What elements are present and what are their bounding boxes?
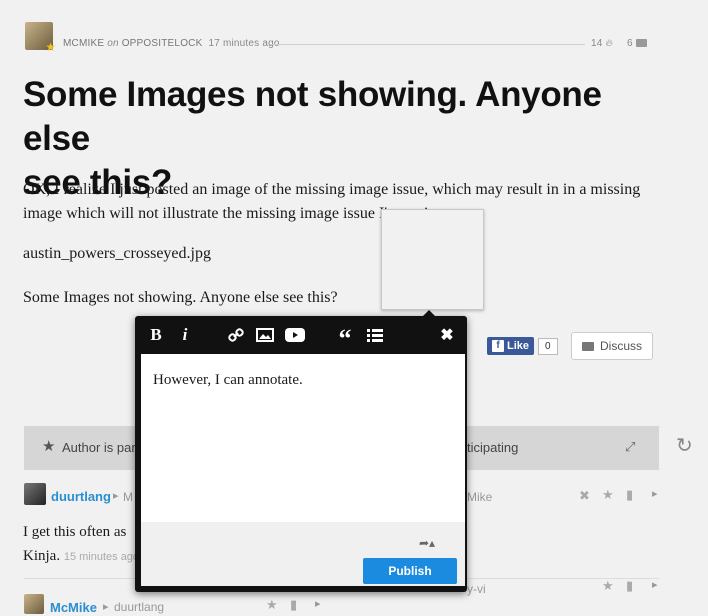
editor-text-area[interactable]: However, I can annotate.: [141, 354, 465, 522]
like-count: 0: [538, 337, 558, 355]
editor-text: However, I can annotate.: [153, 372, 303, 388]
reply-arrow-icon: ▸: [103, 601, 109, 613]
comment-time[interactable]: 15 minutes ago: [64, 551, 139, 563]
publish-button[interactable]: Publish: [363, 558, 457, 584]
author-name[interactable]: MCMIKE: [63, 38, 104, 49]
reply-icon[interactable]: ▮: [626, 487, 633, 503]
post-paragraph-line1: OK, I realize I just posted an image of …: [23, 181, 641, 198]
filter-author-participating[interactable]: Author is part: [62, 440, 139, 455]
editor-caret: [423, 310, 435, 316]
reply-arrow-icon: ▸: [113, 490, 119, 502]
list-icon: [367, 329, 383, 342]
star-icon[interactable]: ★: [602, 578, 614, 594]
reply-icon[interactable]: ▮: [626, 578, 633, 594]
post-title-line1: Some Images not showing. Anyone else: [23, 75, 602, 158]
reply-to-user[interactable]: M: [123, 490, 133, 504]
image-preview[interactable]: [381, 209, 484, 310]
comment-text: I get this often as: [23, 524, 127, 540]
comment-icon: [582, 341, 594, 351]
refresh-icon[interactable]: ↻: [676, 433, 693, 458]
link-button[interactable]: [225, 316, 247, 354]
expand-icon[interactable]: ⤢: [625, 439, 635, 455]
comment-right-user[interactable]: Mike: [467, 490, 492, 504]
discuss-button[interactable]: Discuss: [571, 332, 654, 360]
italic-button[interactable]: i: [175, 316, 195, 354]
star-icon: ★: [42, 438, 56, 455]
reply-icon[interactable]: ▮: [290, 597, 297, 613]
post-paragraph-2: Some Images not showing. Anyone else see…: [23, 289, 338, 306]
like-label: Like: [507, 340, 530, 352]
image-icon: [256, 328, 274, 342]
commenter-avatar[interactable]: [24, 483, 46, 505]
list-button[interactable]: [363, 316, 387, 354]
quote-icon: “: [338, 324, 352, 353]
facebook-icon: f: [492, 340, 504, 352]
discuss-label: Discuss: [600, 339, 643, 353]
facebook-like[interactable]: f Like 0: [487, 337, 558, 355]
comment-text-line2-text: Kinja.: [23, 548, 61, 564]
chevron-right-icon[interactable]: ▸: [652, 578, 658, 591]
quote-button[interactable]: “: [333, 316, 357, 354]
commenter-avatar[interactable]: [24, 594, 44, 614]
comment-right-user[interactable]: y-vi: [467, 582, 486, 596]
blog-name[interactable]: OPPOSITELOCK: [122, 38, 203, 49]
star-icon[interactable]: ★: [602, 487, 614, 503]
comments-count[interactable]: 6: [627, 38, 647, 49]
flame-icon: 🔥︎: [605, 38, 614, 49]
comment-icon: [635, 39, 647, 47]
comments-value: 6: [627, 38, 633, 49]
bold-button[interactable]: B: [145, 316, 167, 354]
editor-footer: ➦▴ Publish: [141, 522, 465, 586]
author-avatar[interactable]: ★: [25, 22, 56, 54]
bold-icon: B: [150, 325, 162, 344]
star-icon: ★: [45, 40, 56, 54]
facebook-like-button[interactable]: f Like: [487, 337, 535, 355]
comment-editor: B i “ ✖ However, I can annotate. ➦▴ Publ…: [135, 310, 467, 592]
youtube-icon: [285, 328, 305, 342]
chevron-right-icon[interactable]: ▸: [652, 487, 658, 500]
chevron-right-icon[interactable]: ▸: [315, 597, 321, 610]
dismiss-icon[interactable]: ✖: [579, 488, 590, 504]
image-button[interactable]: [253, 316, 277, 354]
likes-count[interactable]: 14 🔥︎: [591, 38, 613, 49]
image-filename: austin_powers_crosseyed.jpg: [23, 245, 211, 262]
post-time[interactable]: 17 minutes ago: [208, 38, 279, 49]
youtube-button[interactable]: [283, 316, 307, 354]
meta-divider: [270, 44, 585, 45]
post-paragraph-line2: image which will not illustrate the miss…: [23, 205, 449, 222]
share-menu-icon[interactable]: ➦▴: [419, 536, 435, 550]
reply-to-user[interactable]: duurtlang: [114, 600, 164, 614]
link-icon: [228, 328, 244, 342]
post-meta: MCMIKE on OPPOSITELOCK 17 minutes ago: [63, 38, 280, 49]
meta-on: on: [107, 38, 119, 49]
star-icon[interactable]: ★: [266, 597, 278, 613]
comment-text-line2: Kinja. 15 minutes ago: [23, 548, 139, 565]
close-icon: ✖: [440, 327, 454, 344]
comment-author[interactable]: McMike: [50, 600, 97, 615]
likes-value: 14: [591, 38, 603, 49]
italic-icon: i: [182, 325, 188, 344]
comment-author[interactable]: duurtlang: [51, 489, 111, 504]
post-paragraph: OK, I realize I just posted an image of …: [23, 178, 683, 226]
close-button[interactable]: ✖: [435, 316, 459, 354]
filter-participating-right[interactable]: ticipating: [467, 440, 518, 455]
